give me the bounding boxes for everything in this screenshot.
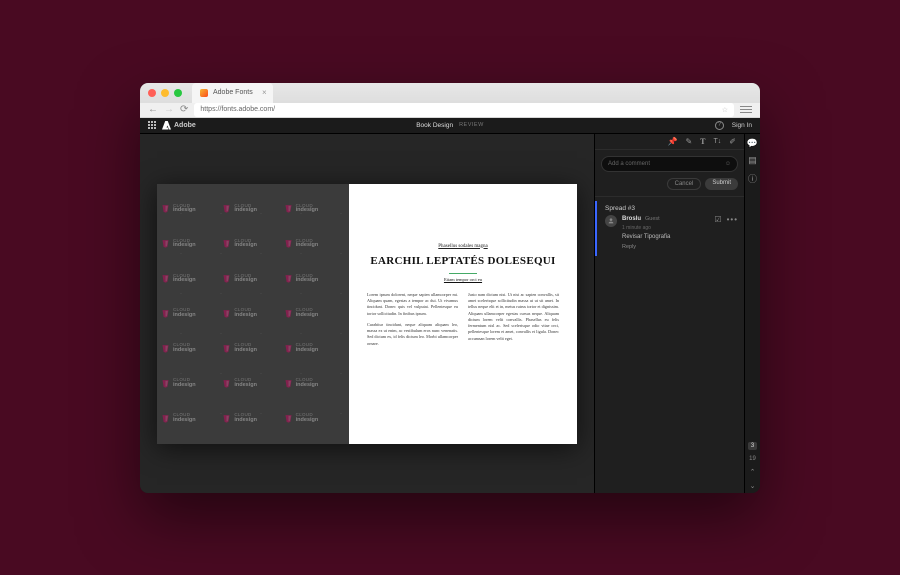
pin-tool-icon[interactable]: 📌	[668, 137, 678, 146]
comments-panel: 📌 ✎ T T↓ ✐ Add a comment ☺ Cancel Submit…	[594, 134, 744, 493]
cancel-button[interactable]: Cancel	[667, 178, 702, 190]
spread-badge[interactable]: 3	[748, 442, 757, 450]
page-number: 19	[749, 456, 756, 462]
spread: CLOUDindesignCLOUDindesignCLOUDindesignC…	[157, 184, 577, 444]
browser-tab[interactable]: Adobe Fonts ×	[192, 83, 273, 103]
comment-text: Revisar Tipografia	[622, 234, 738, 240]
page-up-button[interactable]: ⌃	[750, 468, 756, 476]
more-options-icon[interactable]: •••	[727, 215, 738, 224]
comment-role: Guest	[645, 216, 660, 222]
indesign-watermark: CLOUDindesign	[161, 331, 222, 366]
indesign-watermark: CLOUDindesign	[284, 261, 345, 296]
side-icon-strip: 💬 ▤ ⓘ 3 19 ⌃ ⌄	[744, 134, 760, 493]
comment-input[interactable]: Add a comment ☺	[601, 156, 738, 172]
highlight-tool-icon[interactable]: ✐	[729, 137, 736, 146]
comment-placeholder: Add a comment	[608, 161, 650, 167]
body-p: Justo nam dictum nisi. Ut nisi ac sapien…	[468, 292, 559, 342]
thread-title: Spread #3	[605, 205, 738, 212]
indesign-watermark: CLOUDindesign	[222, 296, 283, 331]
text-tool-icon[interactable]: T	[700, 137, 705, 146]
indesign-watermark: CLOUDindesign	[222, 331, 283, 366]
url-bar[interactable]: https://fonts.adobe.com/ ☆	[194, 103, 734, 117]
comment-author: Broslu	[622, 216, 641, 222]
submit-button[interactable]: Submit	[705, 178, 738, 190]
url-text: https://fonts.adobe.com/	[200, 106, 275, 113]
review-mode-label: REVIEW	[459, 122, 484, 128]
page-left: CLOUDindesignCLOUDindesignCLOUDindesignC…	[157, 184, 349, 444]
indesign-watermark: CLOUDindesign	[161, 192, 222, 227]
doc-divider	[449, 273, 477, 274]
adobe-mark-icon	[162, 121, 171, 130]
comments-icon[interactable]: 💬	[747, 138, 758, 149]
doc-eyebrow: Phasellus sodales magna	[438, 244, 487, 249]
project-name[interactable]: Book Design	[416, 122, 453, 129]
maximize-window-button[interactable]	[174, 89, 182, 97]
indesign-watermark: CLOUDindesign	[161, 366, 222, 401]
back-button[interactable]: ←	[148, 104, 158, 115]
replace-text-tool-icon[interactable]: T↓	[714, 138, 722, 145]
reply-link[interactable]: Reply	[622, 244, 738, 250]
minimize-window-button[interactable]	[161, 89, 169, 97]
resolve-icon[interactable]: ☑	[714, 215, 721, 224]
comment-item: Broslu Guest ☑ ••• 1 minute ago Revisar …	[605, 215, 738, 250]
indesign-watermark: CLOUDindesign	[222, 192, 283, 227]
indesign-watermark: CLOUDindesign	[284, 401, 345, 436]
app-switcher-icon[interactable]	[148, 121, 156, 129]
bookmark-star-icon[interactable]: ☆	[722, 106, 728, 114]
draw-tool-icon[interactable]: ✎	[685, 137, 692, 146]
indesign-watermark: CLOUDindesign	[161, 401, 222, 436]
comment-timestamp: 1 minute ago	[622, 225, 738, 231]
indesign-watermark: CLOUDindesign	[161, 226, 222, 261]
sign-in-link[interactable]: Sign In	[732, 122, 752, 129]
body-p: Lorem ipsum dolorent, neque sapien ullam…	[367, 292, 458, 317]
indesign-watermark: CLOUDindesign	[284, 226, 345, 261]
tab-favicon-icon	[200, 89, 208, 97]
doc-title: EARCHIL LEPTATÉS DOLESEQUI	[370, 255, 555, 268]
browser-nav: ← → ⟳ https://fonts.adobe.com/ ☆	[140, 103, 760, 118]
emoji-icon[interactable]: ☺	[725, 161, 731, 167]
indesign-watermark: CLOUDindesign	[284, 331, 345, 366]
indesign-watermark: CLOUDindesign	[161, 261, 222, 296]
page-down-button[interactable]: ⌄	[750, 482, 756, 490]
browser-tabstrip: Adobe Fonts ×	[140, 83, 760, 103]
brand-label: Adobe	[174, 122, 196, 129]
info-icon[interactable]: ⓘ	[748, 172, 757, 185]
close-tab-button[interactable]: ×	[262, 88, 267, 97]
avatar[interactable]	[605, 215, 617, 227]
browser-menu-button[interactable]	[740, 106, 752, 114]
app-header: Adobe Book Design REVIEW ? Sign In	[140, 118, 760, 134]
person-icon	[607, 217, 615, 225]
body-p: Curabitur tincidunt, neque aliquam aliqu…	[367, 322, 458, 347]
tab-title: Adobe Fonts	[213, 89, 253, 96]
reload-button[interactable]: ⟳	[180, 104, 188, 115]
indesign-watermark: CLOUDindesign	[222, 401, 283, 436]
adobe-app: Adobe Book Design REVIEW ? Sign In CLOUD…	[140, 118, 760, 493]
indesign-watermark: CLOUDindesign	[222, 226, 283, 261]
indesign-watermark: CLOUDindesign	[161, 296, 222, 331]
indesign-watermark: CLOUDindesign	[222, 261, 283, 296]
canvas[interactable]: CLOUDindesignCLOUDindesignCLOUDindesignC…	[140, 134, 594, 493]
window-controls	[148, 89, 182, 97]
browser-window: Adobe Fonts × ← → ⟳ https://fonts.adobe.…	[140, 83, 760, 493]
doc-body: Lorem ipsum dolorent, neque sapien ullam…	[367, 292, 559, 352]
comment-thread[interactable]: Spread #3 Broslu Guest ☑ •••	[595, 201, 744, 256]
indesign-watermark: CLOUDindesign	[284, 296, 345, 331]
page-right: Phasellus sodales magna EARCHIL LEPTATÉS…	[349, 184, 577, 444]
indesign-watermark: CLOUDindesign	[222, 366, 283, 401]
forward-button[interactable]: →	[164, 104, 174, 115]
indesign-watermark: CLOUDindesign	[284, 366, 345, 401]
close-window-button[interactable]	[148, 89, 156, 97]
doc-subtitle: Etiam tempor orci eu	[444, 277, 482, 282]
help-icon[interactable]: ?	[715, 121, 724, 130]
app-main: CLOUDindesignCLOUDindesignCLOUDindesignC…	[140, 134, 760, 493]
annotation-tools: 📌 ✎ T T↓ ✐	[595, 134, 744, 150]
indesign-watermark: CLOUDindesign	[284, 192, 345, 227]
pages-icon[interactable]: ▤	[748, 155, 757, 166]
adobe-logo[interactable]: Adobe	[162, 121, 196, 130]
